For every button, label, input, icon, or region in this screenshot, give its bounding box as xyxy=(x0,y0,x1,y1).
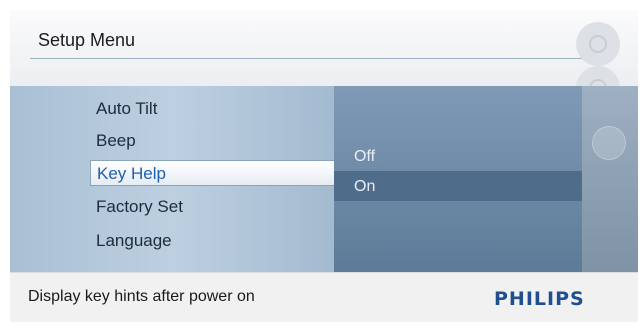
brand-logo: PHILIPS xyxy=(494,288,585,310)
menu-item-key-help[interactable]: Key Help xyxy=(90,160,336,186)
options-panel: Off On xyxy=(334,86,582,272)
menu-item-language[interactable]: Language xyxy=(96,228,328,254)
page-title: Setup Menu xyxy=(38,30,136,50)
menu-panel: Auto Tilt Beep Key Help Factory Set Lang… xyxy=(10,86,336,272)
header: Setup Menu xyxy=(10,10,638,110)
option-on[interactable]: On xyxy=(354,178,375,196)
menu-item-auto-tilt[interactable]: Auto Tilt xyxy=(96,96,328,122)
hint-text: Display key hints after power on xyxy=(28,288,255,305)
menu-item-beep[interactable]: Beep xyxy=(96,128,328,154)
option-off[interactable]: Off xyxy=(354,148,375,166)
setup-screen: Setup Menu Auto Tilt Beep Key Help Facto… xyxy=(10,10,638,322)
scroll-down-icon[interactable] xyxy=(592,126,626,160)
settings-gear-icon xyxy=(576,22,620,66)
scroll-column xyxy=(582,86,638,272)
header-divider xyxy=(30,58,606,59)
footer: Display key hints after power on PHILIPS xyxy=(10,272,638,322)
menu-item-factory-set[interactable]: Factory Set xyxy=(96,194,328,220)
